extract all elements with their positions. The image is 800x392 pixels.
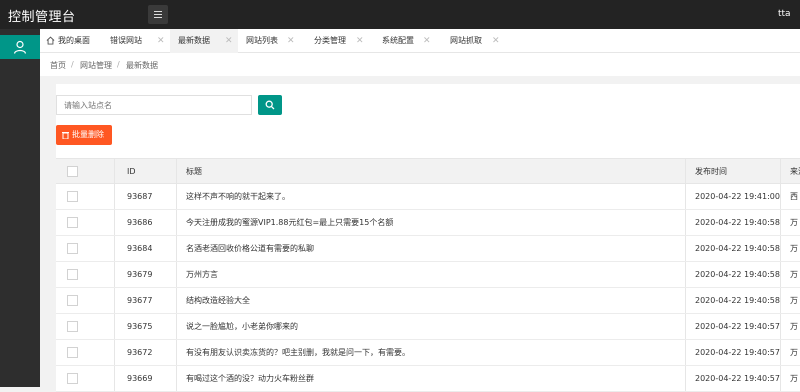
row-id: 93672 xyxy=(127,348,153,357)
search-icon xyxy=(265,100,275,110)
trash-icon xyxy=(62,131,69,139)
row-id: 93669 xyxy=(127,374,153,383)
row-title: 有没有朋友认识卖冻货的？吧主别删，我就是问一下，有需要。 xyxy=(186,348,410,357)
select-all-checkbox[interactable] xyxy=(67,166,78,177)
header-title: 标题 xyxy=(186,167,202,176)
sidebar xyxy=(0,29,40,387)
row-date: 2020-04-22 19:40:57 xyxy=(695,374,780,383)
tab-system-config[interactable]: 系统配置 ✕ xyxy=(374,29,442,53)
table-row[interactable]: 93669 有喝过这个酒的没？动力火车粉丝群 2020-04-22 19:40:… xyxy=(56,366,800,392)
table-row[interactable]: 93675 说之一脸尴尬，小老弟你哪来的 2020-04-22 19:40:57… xyxy=(56,314,800,340)
header-id: ID xyxy=(127,167,136,176)
tab-label: 错误网站 xyxy=(110,36,142,45)
tab-label: 网站抓取 xyxy=(450,36,482,45)
close-icon[interactable]: ✕ xyxy=(492,29,500,53)
main-panel: 批量删除 ID 标题 发布时间 来源 93687 这样不声不响的就干起来了。 2… xyxy=(56,84,800,392)
row-checkbox[interactable] xyxy=(67,295,78,306)
sidebar-item-user[interactable] xyxy=(0,35,40,59)
row-id: 93679 xyxy=(127,270,153,279)
search-button[interactable] xyxy=(258,95,282,115)
app-title: 控制管理台 xyxy=(8,10,76,25)
row-date: 2020-04-22 19:40:57 xyxy=(695,348,780,357)
tab-label: 系统配置 xyxy=(382,36,414,45)
table-row[interactable]: 93672 有没有朋友认识卖冻货的？吧主别删，我就是问一下，有需要。 2020-… xyxy=(56,340,800,366)
close-icon[interactable]: ✕ xyxy=(423,29,431,53)
close-icon[interactable]: ✕ xyxy=(356,29,364,53)
row-source: 万 xyxy=(790,322,798,331)
table-row[interactable]: 93677 结构改造经验大全 2020-04-22 19:40:58 万 xyxy=(56,288,800,314)
row-source: 万 xyxy=(790,270,798,279)
row-source: 万 xyxy=(790,218,798,227)
tab-label: 我的桌面 xyxy=(58,36,90,45)
tab-bar: 我的桌面 错误网站 ✕ 最新数据 ✕ 网站列表 ✕ 分类管理 ✕ 系统配置 ✕ … xyxy=(40,29,800,53)
tab-site-list[interactable]: 网站列表 ✕ xyxy=(238,29,306,53)
breadcrumb-home[interactable]: 首页 xyxy=(50,60,66,71)
menu-icon[interactable] xyxy=(148,5,168,24)
table-row[interactable]: 93684 名酒老酒回收价格公道有需要的私聊 2020-04-22 19:40:… xyxy=(56,236,800,262)
row-id: 93686 xyxy=(127,218,153,227)
breadcrumb-site-management[interactable]: 网站管理 xyxy=(80,60,112,71)
row-source: 万 xyxy=(790,244,798,253)
batch-delete-button[interactable]: 批量删除 xyxy=(56,125,112,145)
search-input[interactable] xyxy=(56,95,252,115)
tab-label: 分类管理 xyxy=(314,36,346,45)
breadcrumb-current: 最新数据 xyxy=(126,61,158,70)
row-title: 名酒老酒回收价格公道有需要的私聊 xyxy=(186,244,314,253)
data-table: ID 标题 发布时间 来源 93687 这样不声不响的就干起来了。 2020-0… xyxy=(56,158,800,392)
row-id: 93687 xyxy=(127,192,153,201)
close-icon[interactable]: ✕ xyxy=(157,29,165,53)
table-row[interactable]: 93687 这样不声不响的就干起来了。 2020-04-22 19:41:00 … xyxy=(56,184,800,210)
row-id: 93677 xyxy=(127,296,153,305)
row-source: 万 xyxy=(790,348,798,357)
tab-category[interactable]: 分类管理 ✕ xyxy=(306,29,374,53)
row-checkbox[interactable] xyxy=(67,269,78,280)
row-date: 2020-04-22 19:41:00 xyxy=(695,192,780,201)
breadcrumb: 首页 / 网站管理 / 最新数据 xyxy=(40,53,800,76)
row-date: 2020-04-22 19:40:58 xyxy=(695,218,780,227)
row-id: 93675 xyxy=(127,322,153,331)
tab-error-sites[interactable]: 错误网站 ✕ xyxy=(102,29,170,53)
tab-latest-data[interactable]: 最新数据 ✕ xyxy=(170,29,238,53)
table-row[interactable]: 93686 今天注册成我的蜜源VIP1.88元红包=最上只需要15个名额 202… xyxy=(56,210,800,236)
row-date: 2020-04-22 19:40:58 xyxy=(695,270,780,279)
row-source: 万 xyxy=(790,374,798,383)
row-title: 万州方言 xyxy=(186,270,218,279)
row-checkbox[interactable] xyxy=(67,243,78,254)
table-header: ID 标题 发布时间 来源 xyxy=(56,158,800,184)
row-date: 2020-04-22 19:40:57 xyxy=(695,322,780,331)
row-title: 结构改造经验大全 xyxy=(186,296,250,305)
row-source: 西 xyxy=(790,192,798,201)
batch-delete-label: 批量删除 xyxy=(72,130,104,139)
row-id: 93684 xyxy=(127,244,153,253)
row-date: 2020-04-22 19:40:58 xyxy=(695,244,780,253)
row-title: 这样不声不响的就干起来了。 xyxy=(186,192,290,201)
header-source: 来源 xyxy=(790,167,800,176)
close-icon[interactable]: ✕ xyxy=(225,29,233,53)
tab-label: 网站列表 xyxy=(246,36,278,45)
header-date: 发布时间 xyxy=(695,167,727,176)
tab-label: 最新数据 xyxy=(178,36,210,45)
row-checkbox[interactable] xyxy=(67,217,78,228)
row-title: 今天注册成我的蜜源VIP1.88元红包=最上只需要15个名额 xyxy=(186,218,394,227)
home-icon xyxy=(46,36,55,45)
row-title: 说之一脸尴尬，小老弟你哪来的 xyxy=(186,322,298,331)
row-date: 2020-04-22 19:40:58 xyxy=(695,296,780,305)
user-icon xyxy=(13,40,27,54)
user-name[interactable]: tta xyxy=(778,9,791,19)
top-bar: 控制管理台 tta xyxy=(0,0,800,29)
breadcrumb-separator: / xyxy=(71,60,74,69)
close-icon[interactable]: ✕ xyxy=(287,29,295,53)
row-checkbox[interactable] xyxy=(67,373,78,384)
breadcrumb-separator: / xyxy=(117,60,120,69)
row-checkbox[interactable] xyxy=(67,321,78,332)
row-checkbox[interactable] xyxy=(67,347,78,358)
table-row[interactable]: 93679 万州方言 2020-04-22 19:40:58 万 xyxy=(56,262,800,288)
row-source: 万 xyxy=(790,296,798,305)
row-checkbox[interactable] xyxy=(67,191,78,202)
row-title: 有喝过这个酒的没？动力火车粉丝群 xyxy=(186,374,314,383)
tab-site-crawl[interactable]: 网站抓取 ✕ xyxy=(442,29,510,53)
